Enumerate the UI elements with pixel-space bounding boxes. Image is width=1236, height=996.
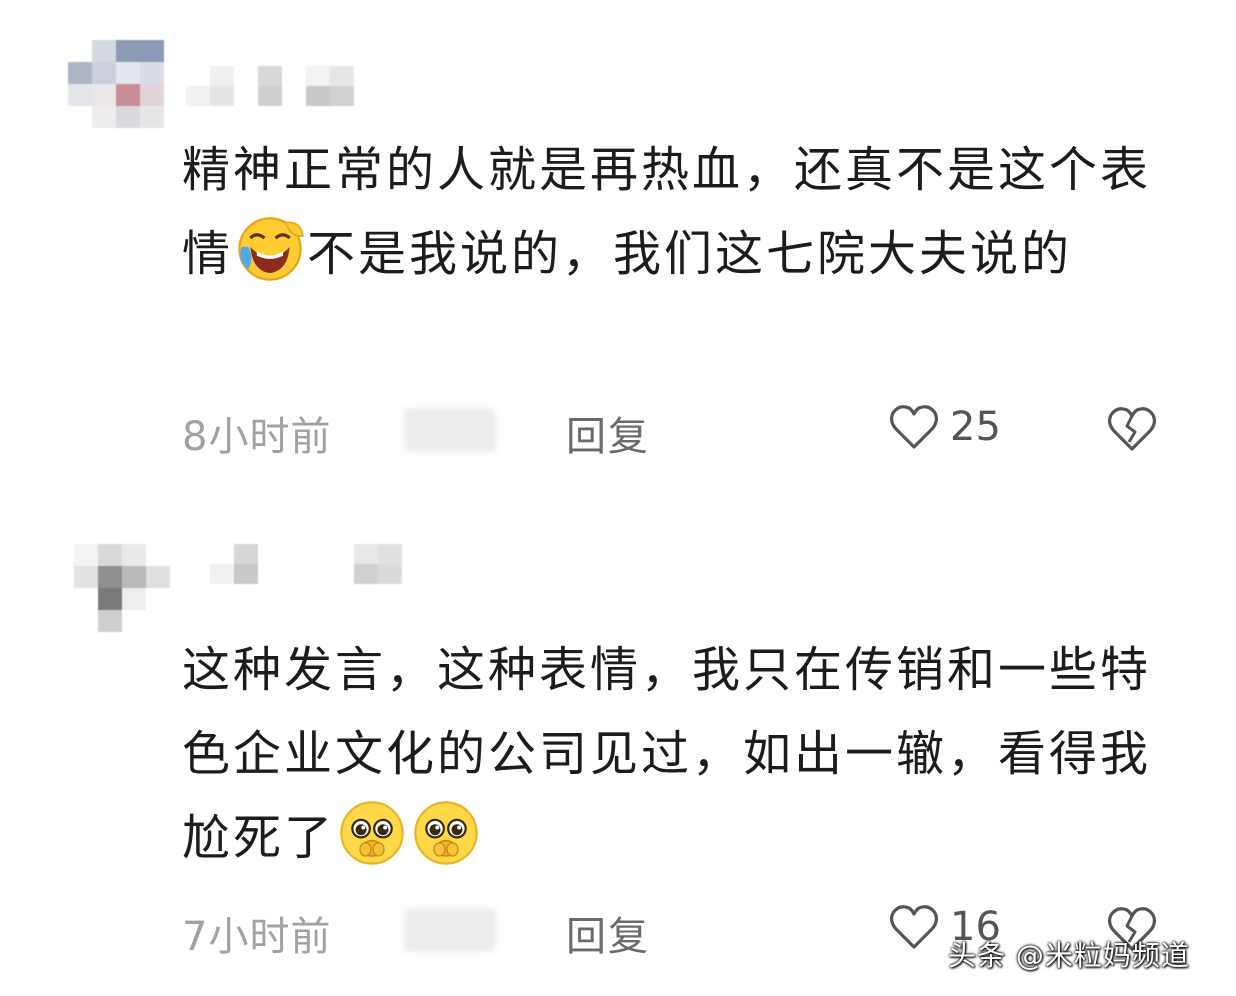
reply-button[interactable]: 回复 — [566, 904, 650, 962]
location-blurred — [404, 408, 496, 452]
comment-text-part: 不是我说的，我们这七院大夫说的 — [307, 226, 1073, 282]
watermark: 头条 @米粒妈频道 — [948, 939, 1190, 972]
heart-icon — [889, 405, 939, 449]
comment-item: 精神正常的人就是再热血，还真不是这个表情 不是我说的，我们这七院大夫说的 8小时… — [0, 0, 1236, 500]
timestamp: 7小时前 — [182, 914, 332, 960]
comment-text-part: 这种发言，这种表情，我只在传销和一些特色企业文化的公司见过，如出一辙，看得我尬死… — [182, 642, 1152, 866]
avatar[interactable] — [74, 544, 170, 632]
username[interactable] — [186, 66, 378, 106]
like-button[interactable]: 25 — [888, 402, 1001, 452]
comment-meta: 8小时前 回复 25 — [182, 400, 1182, 460]
comment-item: 这种发言，这种表情，我只在传销和一些特色企业文化的公司见过，如出一辙，看得我尬死… — [0, 520, 1236, 996]
location-blurred — [404, 908, 496, 952]
pleading-face-icon — [340, 801, 404, 865]
laughing-crying-face-icon — [238, 217, 304, 281]
heart-icon — [889, 905, 939, 949]
comment-text: 精神正常的人就是再热血，还真不是这个表情 不是我说的，我们这七院大夫说的 — [182, 128, 1182, 296]
timestamp: 8小时前 — [182, 414, 332, 460]
broken-heart-icon[interactable] — [1104, 402, 1160, 454]
reply-button[interactable]: 回复 — [566, 404, 650, 462]
pleading-face-icon — [414, 801, 478, 865]
comment-text: 这种发言，这种表情，我只在传销和一些特色企业文化的公司见过，如出一辙，看得我尬死… — [182, 628, 1182, 880]
like-count: 25 — [950, 404, 1001, 450]
avatar[interactable] — [68, 40, 164, 128]
username[interactable] — [210, 544, 402, 584]
